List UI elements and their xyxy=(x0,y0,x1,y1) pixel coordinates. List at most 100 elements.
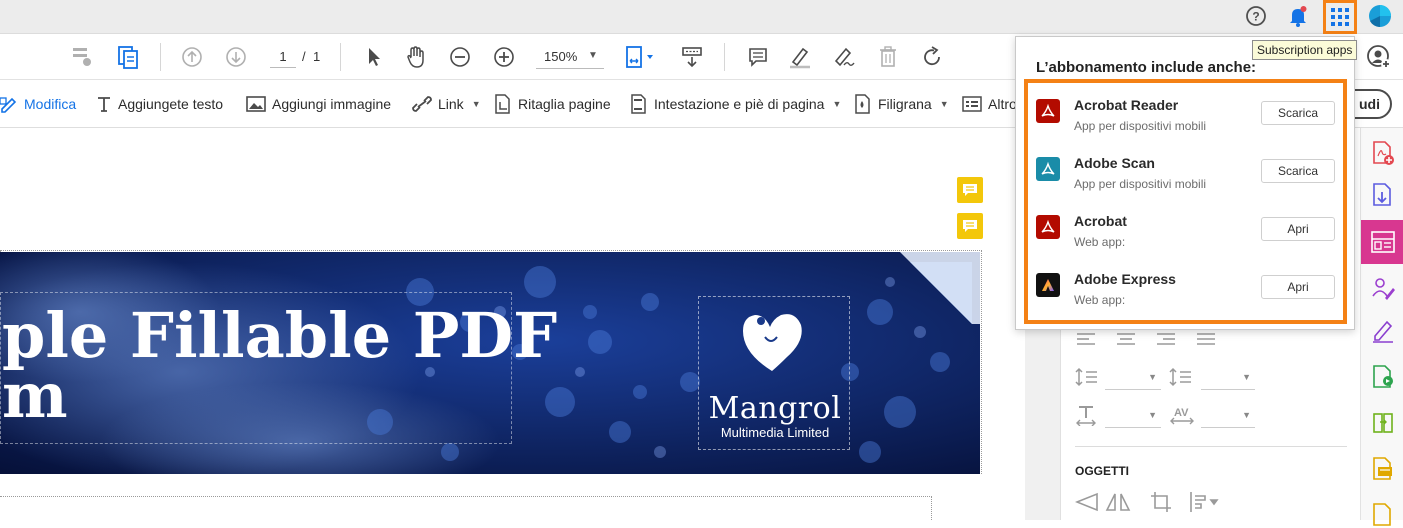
char-scale-select[interactable]: ▼ xyxy=(1105,406,1161,428)
link-button[interactable]: Link ▼ xyxy=(412,94,481,114)
app-subtitle: App per dispositivi mobili xyxy=(1074,177,1207,191)
subscription-apps-button[interactable] xyxy=(1323,0,1357,34)
acrobat-logo-icon xyxy=(1036,215,1060,239)
more-icon xyxy=(962,96,982,112)
heart-logo-icon xyxy=(743,314,802,371)
hand-tool-icon[interactable] xyxy=(402,44,430,70)
comment-icon[interactable] xyxy=(744,44,772,70)
page-thumbnails-icon[interactable] xyxy=(114,44,142,70)
sticky-note-2[interactable] xyxy=(957,213,983,239)
app-row-adobe-scan: Adobe Scan App per dispositivi mobili Sc… xyxy=(1028,143,1335,199)
char-scale-icon xyxy=(1076,406,1096,426)
export-pdf-icon[interactable] xyxy=(1371,182,1395,208)
app-name: Adobe Scan xyxy=(1074,155,1155,171)
comment-tool-icon[interactable] xyxy=(1371,456,1395,482)
svg-text:?: ? xyxy=(1252,10,1259,24)
download-button[interactable]: Scarica xyxy=(1261,159,1335,183)
link-label: Link xyxy=(438,96,464,112)
chevron-down-icon: ▼ xyxy=(1242,410,1251,420)
link-icon xyxy=(412,96,432,112)
paragraph-spacing-select[interactable]: ▼ xyxy=(1201,368,1255,390)
crop-pages-label: Ritaglia pagine xyxy=(518,96,611,112)
bell-icon[interactable] xyxy=(1286,4,1310,28)
edit-mode-button[interactable]: Modifica xyxy=(0,94,76,114)
tools-sidebar xyxy=(1360,128,1403,526)
app-name: Acrobat Reader xyxy=(1074,97,1179,113)
zoom-out-icon[interactable] xyxy=(446,44,474,70)
scan-tool-icon[interactable] xyxy=(1371,502,1395,528)
acrobat-reader-logo-icon xyxy=(1036,99,1060,123)
edit-pdf-tool-active[interactable] xyxy=(1361,220,1403,264)
fill-sign-icon[interactable] xyxy=(1371,318,1395,344)
comment-note-icon xyxy=(963,184,977,196)
highlight-icon[interactable] xyxy=(786,44,814,70)
previous-page-icon[interactable] xyxy=(178,44,206,70)
zoom-select[interactable]: 150% ▼ xyxy=(536,45,604,69)
crop-page-icon xyxy=(495,94,510,114)
request-signature-icon[interactable] xyxy=(1371,276,1395,302)
char-spacing-icon: AV xyxy=(1170,407,1194,425)
open-button[interactable]: Apri xyxy=(1261,217,1335,241)
touch-mode-icon[interactable] xyxy=(68,44,96,70)
add-text-label: Aggiungete testo xyxy=(118,96,224,112)
close-edit-label: udi xyxy=(1359,96,1380,112)
line-spacing-select[interactable]: ▼ xyxy=(1105,368,1161,390)
header-footer-button[interactable]: Intestazione e piè di pagina ▼ xyxy=(630,94,841,114)
zoom-value: 150% xyxy=(544,49,578,64)
chevron-down-icon: ▼ xyxy=(1148,372,1157,382)
organize-pages-icon[interactable] xyxy=(1371,410,1395,436)
header-footer-label: Intestazione e piè di pagina xyxy=(654,96,825,112)
delete-icon[interactable] xyxy=(874,44,902,70)
app-row-acrobat: Acrobat Web app: Apri xyxy=(1028,201,1335,257)
document-title: ple Fillable PDF m xyxy=(2,299,558,432)
top-bar xyxy=(0,0,1403,34)
add-image-button[interactable]: Aggiungi immagine xyxy=(246,94,391,114)
text-align-icons[interactable] xyxy=(1075,330,1225,350)
watermark-label: Filigrana xyxy=(878,96,932,112)
watermark-icon xyxy=(855,94,870,114)
panel-divider xyxy=(1075,446,1347,447)
help-icon[interactable]: ? xyxy=(1245,5,1267,27)
app-name: Adobe Express xyxy=(1074,271,1176,287)
more-label: Altro xyxy=(988,96,1017,112)
document-title-line2: m xyxy=(2,359,68,432)
apps-list: Acrobat Reader App per dispositivi mobil… xyxy=(1024,79,1347,324)
rotate-icon[interactable] xyxy=(918,44,946,70)
next-page-icon[interactable] xyxy=(222,44,250,70)
chevron-down-icon: ▼ xyxy=(1148,410,1157,420)
edit-mode-label: Modifica xyxy=(24,96,77,112)
line-spacing-icon xyxy=(1075,367,1097,387)
image-icon xyxy=(246,96,266,112)
create-pdf-icon[interactable] xyxy=(1371,140,1395,166)
fit-page-icon[interactable] xyxy=(622,44,658,70)
adobe-express-logo-icon xyxy=(1036,273,1060,297)
char-spacing-select[interactable]: ▼ xyxy=(1201,406,1255,428)
scroll-mode-icon[interactable] xyxy=(678,44,706,70)
page-separator: / xyxy=(302,49,306,64)
avatar-icon[interactable] xyxy=(1368,4,1392,28)
subscription-apps-tooltip: Subscription apps xyxy=(1252,40,1358,60)
add-text-button[interactable]: Aggiungete testo xyxy=(96,94,223,114)
sticky-note-1[interactable] xyxy=(957,177,983,203)
app-name: Acrobat xyxy=(1074,213,1127,229)
open-button[interactable]: Apri xyxy=(1261,275,1335,299)
comment-note-icon xyxy=(963,220,977,232)
document-banner: ple Fillable PDF m Mangrol Multimedia Li… xyxy=(0,252,980,474)
send-for-comments-icon[interactable] xyxy=(1371,364,1395,390)
more-button[interactable]: Altro xyxy=(962,94,1017,114)
watermark-button[interactable]: Filigrana ▼ xyxy=(854,94,949,114)
zoom-in-icon[interactable] xyxy=(490,44,518,70)
chevron-down-icon: ▼ xyxy=(832,99,842,109)
header-footer-icon xyxy=(631,94,646,114)
objects-section-label: OGGETTI xyxy=(1075,464,1129,478)
object-tools-icons[interactable] xyxy=(1075,490,1235,514)
app-subtitle: Web app: xyxy=(1074,235,1126,249)
select-tool-icon[interactable] xyxy=(360,44,388,70)
sign-icon[interactable] xyxy=(830,44,858,70)
download-button[interactable]: Scarica xyxy=(1261,101,1335,125)
page-number-input[interactable]: 1 xyxy=(270,46,296,68)
crop-pages-button[interactable]: Ritaglia pagine xyxy=(494,94,611,114)
share-user-icon[interactable] xyxy=(1366,44,1392,70)
form-field-frame xyxy=(0,496,932,520)
document-title-line1: ple Fillable PDF xyxy=(2,299,558,372)
